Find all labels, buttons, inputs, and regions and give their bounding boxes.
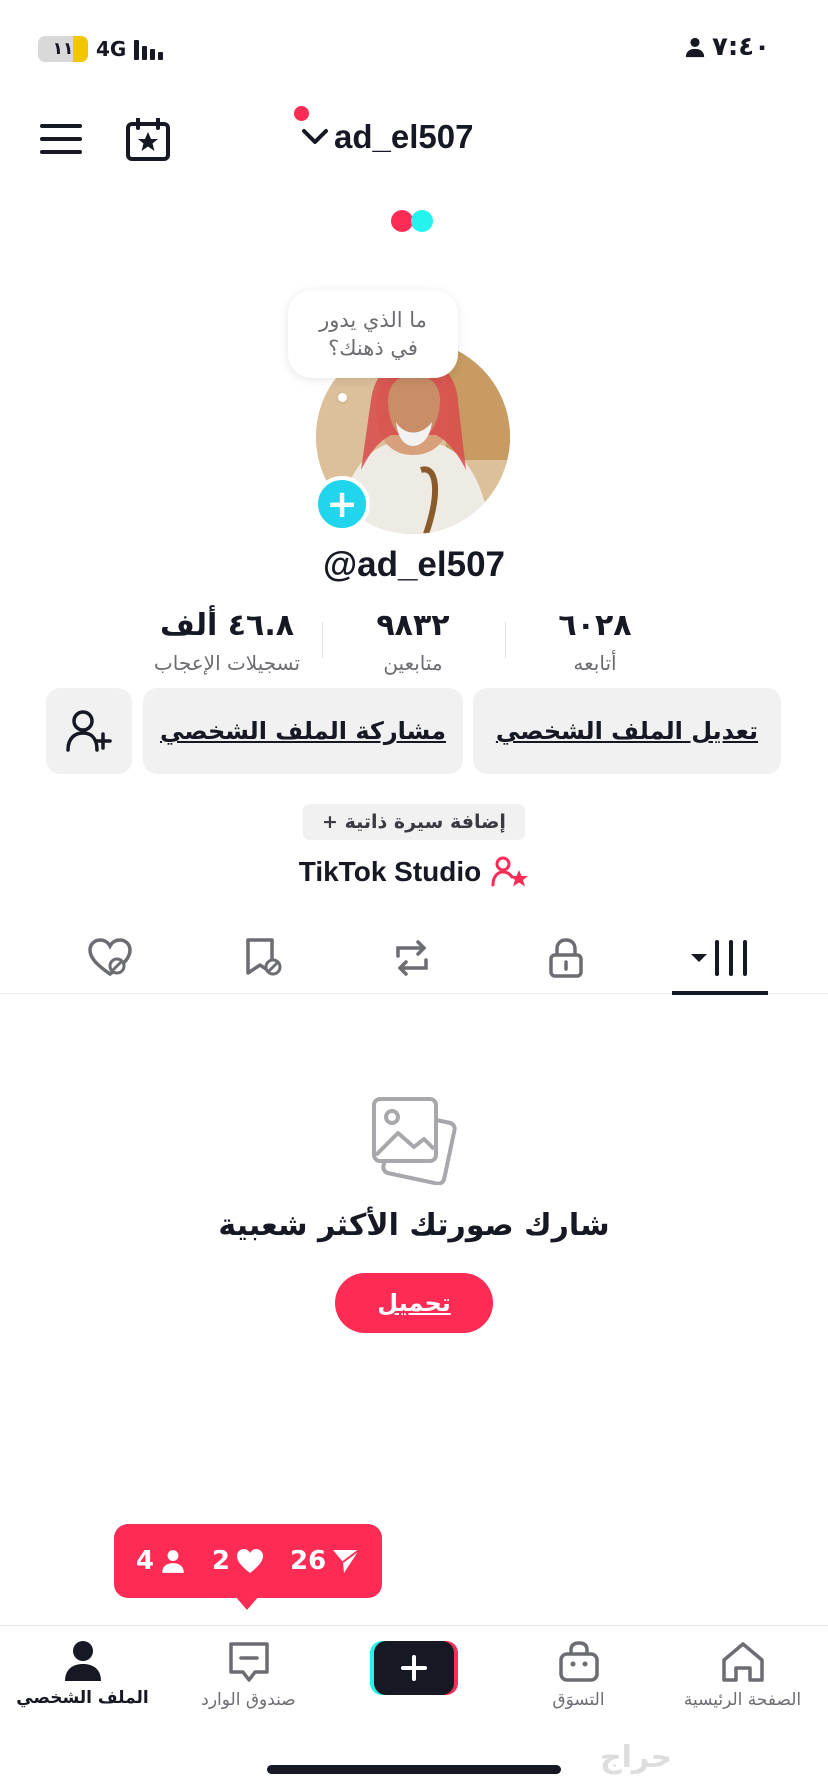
- photos-icon: [370, 1095, 460, 1189]
- nav-profile[interactable]: الملف الشخصي: [0, 1640, 165, 1708]
- favorites-icon: [246, 938, 282, 976]
- nav-home[interactable]: الصفحة الرئيسية: [660, 1640, 825, 1710]
- calendar-star-icon[interactable]: [125, 117, 171, 166]
- notification-tail: [235, 1596, 259, 1610]
- network-type: 4G: [96, 37, 127, 61]
- hamburger-icon[interactable]: [40, 124, 82, 154]
- tab-favorites[interactable]: [213, 922, 313, 994]
- tab-liked[interactable]: [60, 922, 160, 994]
- chevron-down-icon: [302, 129, 328, 144]
- profile-handle: @ad_el507: [322, 545, 506, 584]
- battery-indicator: ١١: [38, 36, 88, 62]
- signal-icon: [134, 38, 164, 60]
- tiktok-studio-link[interactable]: TikTok Studio: [0, 856, 828, 888]
- person-icon: [162, 1550, 184, 1573]
- header-username: ad_el507: [334, 118, 474, 155]
- clock: ٧:٤٠: [711, 32, 770, 62]
- plus-icon: [401, 1655, 427, 1681]
- status-bar-left: ١١ 4G: [38, 36, 164, 62]
- add-bio-button[interactable]: + إضافة سيرة ذاتية: [303, 804, 525, 840]
- stat-likes[interactable]: ٤٦.٨ ألف تسجيلات الإعجاب: [138, 608, 316, 675]
- liked-icon: [88, 938, 132, 977]
- bubble-tail-dot: [338, 393, 347, 402]
- new-likes: 2: [212, 1546, 264, 1576]
- creator-star-icon: [491, 856, 529, 887]
- stat-divider: [322, 622, 323, 658]
- tab-private[interactable]: [516, 922, 616, 994]
- lock-icon: [549, 938, 583, 978]
- stat-divider: [505, 622, 506, 658]
- edit-profile-button[interactable]: تعديل الملف الشخصي: [473, 688, 781, 774]
- grid-icon: [691, 940, 747, 976]
- content-tabs: [0, 922, 828, 995]
- add-friend-button[interactable]: [46, 688, 132, 774]
- create-button[interactable]: [370, 1641, 458, 1695]
- new-shares: 26: [290, 1546, 360, 1576]
- home-indicator: [267, 1765, 561, 1774]
- status-thought-bubble[interactable]: ما الذي يدور في ذهنك؟: [288, 290, 458, 378]
- new-followers: 4: [136, 1546, 186, 1576]
- share-profile-button[interactable]: مشاركة الملف الشخصي: [143, 688, 463, 774]
- tab-reposts[interactable]: [362, 922, 462, 994]
- stat-followers[interactable]: ٩٨٣٢ متابعين: [323, 608, 503, 675]
- tab-videos[interactable]: [670, 922, 770, 995]
- nav-inbox[interactable]: صندوق الوارد: [166, 1640, 331, 1710]
- inbox-icon: [228, 1642, 269, 1682]
- repost-icon: [396, 940, 428, 976]
- studio-label: TikTok Studio: [298, 856, 482, 887]
- upload-button[interactable]: تحميل: [335, 1273, 493, 1333]
- watermark: حراج: [600, 1740, 673, 1775]
- empty-state-title: شارك صورتك الأكثر شعبية: [218, 1208, 610, 1243]
- profile-icon: [64, 1641, 101, 1681]
- home-icon: [721, 1642, 764, 1682]
- status-bar-right: ٧:٤٠: [684, 32, 770, 62]
- heart-icon: [237, 1549, 263, 1573]
- tiktok-logo-dots: [391, 210, 433, 232]
- add-story-button[interactable]: +: [314, 476, 370, 532]
- account-switcher[interactable]: ad_el507: [300, 118, 473, 156]
- add-friend-icon: [66, 710, 112, 752]
- send-icon: [333, 1549, 360, 1573]
- nav-shop[interactable]: التسوَق: [496, 1640, 661, 1710]
- person-icon: [685, 37, 705, 58]
- stat-following[interactable]: ٦٠٢٨ أتابعه: [505, 608, 685, 675]
- activity-notification[interactable]: 4 2 26: [114, 1524, 382, 1598]
- shop-icon: [558, 1641, 599, 1682]
